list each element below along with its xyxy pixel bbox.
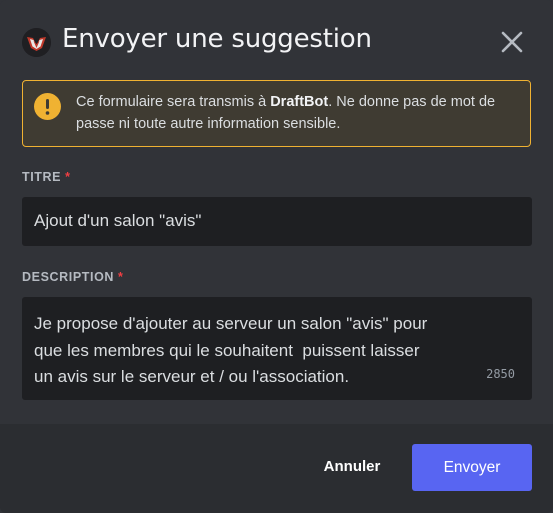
cancel-button[interactable]: Annuler xyxy=(310,444,394,490)
modal-header: Envoyer une suggestion xyxy=(0,0,553,80)
notice-text: Ce formulaire sera transmis à DraftBot. … xyxy=(76,91,521,135)
title-input-value: Ajout d'un salon "avis" xyxy=(34,211,202,230)
warning-notice: Ce formulaire sera transmis à DraftBot. … xyxy=(22,80,531,147)
warning-icon xyxy=(34,93,61,120)
modal-footer: Annuler Envoyer xyxy=(0,424,553,513)
description-line: un avis sur le serveur et / ou l'associa… xyxy=(34,367,350,386)
title-input[interactable]: Ajout d'un salon "avis" xyxy=(22,197,532,246)
notice-text-before: Ce formulaire sera transmis à xyxy=(76,94,271,110)
close-icon[interactable] xyxy=(498,28,526,56)
description-line: Je propose d'ajouter au serveur un salon… xyxy=(34,314,428,333)
description-field-label: DESCRIPTION * xyxy=(22,270,124,284)
suggestion-modal: Envoyer une suggestion Ce formulaire ser… xyxy=(0,0,553,513)
title-field-label: TITRE * xyxy=(22,170,71,184)
title-label-text: TITRE xyxy=(22,170,62,184)
description-line: que les membres qui le souhaitent puisse… xyxy=(34,340,420,360)
description-label-text: DESCRIPTION xyxy=(22,270,115,284)
submit-button[interactable]: Envoyer xyxy=(412,444,532,491)
character-counter: 2850 xyxy=(486,366,515,381)
draftbot-logo-icon xyxy=(22,28,51,57)
required-marker: * xyxy=(118,270,124,284)
required-marker: * xyxy=(65,170,71,184)
description-textarea[interactable]: Je propose d'ajouter au serveur un salon… xyxy=(22,297,532,400)
bot-name: DraftBot xyxy=(270,94,329,110)
modal-title: Envoyer une suggestion xyxy=(62,24,372,54)
